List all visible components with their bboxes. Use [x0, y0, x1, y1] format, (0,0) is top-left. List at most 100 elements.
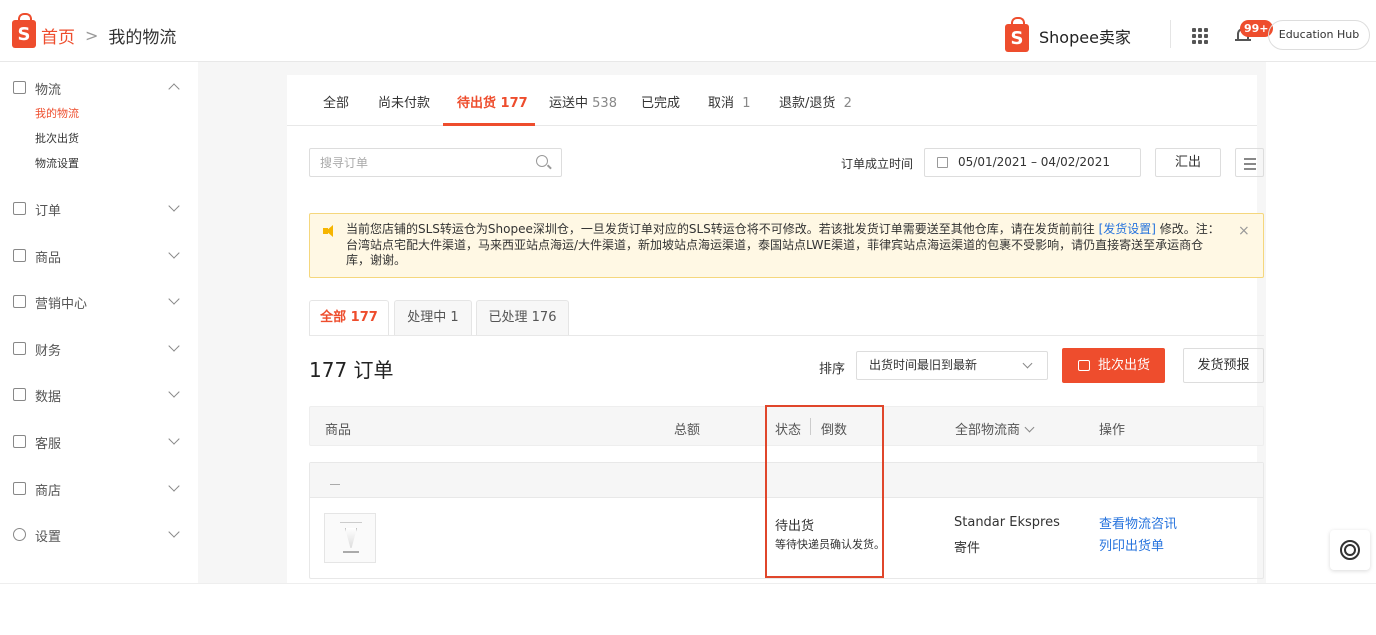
chevron-down-icon [168, 526, 180, 538]
subtab-all[interactable]: 全部 177 [309, 300, 389, 336]
carrier-method: 寄件 [954, 541, 981, 556]
tab-all[interactable]: 全部 [323, 92, 349, 111]
active-tab-indicator [443, 123, 535, 126]
sidebar: 物流 我的物流 批次出货 物流设置 订单 商品 营销中心 财务 数据 客服 商店 [0, 62, 198, 583]
sidebar-item-logistics[interactable]: 物流 [0, 76, 198, 100]
sidebar-sub-my-logistics[interactable]: 我的物流 [35, 105, 79, 121]
date-label: 订单成立时间 [841, 157, 914, 171]
tab-shipping[interactable]: 运送中 538 [549, 92, 617, 111]
subtabs-divider [309, 335, 1264, 336]
chart-icon [13, 388, 26, 401]
chevron-down-icon [1024, 422, 1035, 433]
col-carrier-filter[interactable]: 全部物流商 [955, 419, 1035, 438]
breadcrumb-home[interactable]: 首页 [41, 23, 75, 48]
col-total: 总额 [674, 423, 701, 438]
chevron-down-icon [168, 340, 180, 352]
sidebar-item-label: 客服 [35, 436, 62, 452]
col-product: 商品 [325, 423, 352, 438]
product-thumbnail[interactable] [324, 513, 376, 563]
export-button[interactable]: 汇出 [1155, 148, 1221, 177]
header-divider [1170, 20, 1171, 48]
search-icon[interactable] [536, 155, 548, 167]
carrier-name: Standar Ekspres [954, 515, 1060, 530]
help-chat-icon[interactable] [1330, 530, 1370, 570]
calendar-icon [937, 157, 948, 168]
tab-completed[interactable]: 已完成 [641, 92, 680, 111]
sidebar-item-label: 订单 [35, 203, 62, 219]
brand-text: Shopee卖家 [1039, 28, 1131, 47]
view-logistics-link[interactable]: 查看物流咨讯 [1099, 513, 1177, 532]
breadcrumb-current: 我的物流 [108, 28, 177, 48]
sidebar-item-products[interactable]: 商品 [0, 244, 198, 268]
chat-icon [13, 435, 26, 448]
date-range-picker[interactable]: 05/01/2021 – 04/02/2021 [924, 148, 1141, 177]
tab-to-ship[interactable]: 待出货 177 [457, 92, 528, 111]
wallet-icon [13, 342, 26, 355]
shopee-logo-icon[interactable]: S [12, 13, 36, 48]
sort-value: 出货时间最旧到最新 [869, 358, 978, 372]
chevron-right-icon: > [85, 26, 99, 45]
tab-cancelled[interactable]: 取消 1 [708, 92, 751, 111]
sidebar-item-label: 物流 [35, 82, 62, 98]
right-margin [1266, 62, 1376, 583]
clipboard-icon [13, 202, 26, 215]
sidebar-item-store[interactable]: 商店 [0, 477, 198, 501]
package-icon [13, 81, 26, 94]
subtab-processing[interactable]: 处理中 1 [394, 300, 472, 336]
sidebar-item-marketing[interactable]: 营销中心 [0, 290, 198, 314]
search-box [309, 148, 562, 177]
chevron-down-icon [1022, 358, 1033, 369]
sidebar-item-customer-service[interactable]: 客服 [0, 430, 198, 454]
sidebar-item-data[interactable]: 数据 [0, 383, 198, 407]
close-icon[interactable]: × [1238, 223, 1250, 239]
subtab-processed[interactable]: 已处理 176 [476, 300, 569, 336]
sidebar-item-label: 数据 [35, 389, 62, 405]
speaker-icon [323, 225, 335, 237]
chevron-down-icon [168, 293, 180, 305]
tag-icon [13, 295, 26, 308]
shipping-forecast-button[interactable]: 发货预报 [1183, 348, 1264, 383]
seller-brand[interactable]: S Shopee卖家 [1005, 17, 1131, 52]
education-hub-button[interactable]: Education Hub [1268, 20, 1370, 50]
order-header-dash [330, 484, 340, 485]
chevron-up-icon [168, 83, 180, 95]
highlight-box [765, 405, 884, 578]
sidebar-sub-logistics-settings[interactable]: 物流设置 [35, 155, 79, 171]
chevron-down-icon [168, 480, 180, 492]
gear-icon [13, 528, 26, 541]
breadcrumb: 首页 > 我的物流 [41, 23, 176, 48]
apps-grid-icon[interactable] [1192, 28, 1208, 44]
chevron-down-icon [168, 386, 180, 398]
status-tabs: 全部 尚未付款 待出货 177 运送中 538 已完成 取消 1 退款/退货 2 [287, 75, 1257, 126]
store-icon [13, 482, 26, 495]
batch-ship-button[interactable]: 批次出货 [1062, 348, 1165, 383]
sidebar-item-orders[interactable]: 订单 [0, 197, 198, 221]
orders-count-title: 177 订单 [309, 358, 394, 382]
sidebar-item-label: 财务 [35, 343, 62, 359]
chevron-down-icon [168, 247, 180, 259]
col-action: 操作 [1099, 423, 1126, 438]
date-range-value: 05/01/2021 – 04/02/2021 [958, 155, 1110, 169]
sidebar-item-label: 商品 [35, 250, 62, 266]
notice-banner: 当前您店铺的SLS转运仓为Shopee深圳仓，一旦发货订单对应的SLS转运仓将不… [309, 213, 1264, 278]
tab-unpaid[interactable]: 尚未付款 [378, 92, 430, 111]
sidebar-sub-batch-shipping[interactable]: 批次出货 [35, 130, 79, 146]
search-input[interactable] [310, 149, 520, 176]
top-header: S 首页 > 我的物流 S Shopee卖家 99+ Education Hub [0, 0, 1376, 62]
sort-select[interactable]: 出货时间最旧到最新 [856, 351, 1048, 380]
tab-refund[interactable]: 退款/退货 2 [779, 92, 852, 111]
bottom-area [0, 583, 1376, 635]
menu-icon[interactable] [1235, 148, 1264, 177]
print-waybill-link[interactable]: 列印出货单 [1099, 535, 1164, 554]
sidebar-item-label: 营销中心 [35, 296, 88, 312]
notice-text: 当前您店铺的SLS转运仓为Shopee深圳仓，一旦发货订单对应的SLS转运仓将不… [346, 222, 1220, 267]
sidebar-item-finance[interactable]: 财务 [0, 337, 198, 361]
shopee-bag-icon: S [1005, 17, 1029, 52]
sort-label: 排序 [819, 362, 846, 377]
printer-icon [1078, 360, 1090, 371]
sidebar-item-label: 设置 [35, 529, 62, 545]
sidebar-item-settings[interactable]: 设置 [0, 523, 198, 547]
chevron-down-icon [168, 200, 180, 212]
chevron-down-icon [168, 433, 180, 445]
shipping-settings-link[interactable]: [发货设置] [1099, 222, 1156, 236]
